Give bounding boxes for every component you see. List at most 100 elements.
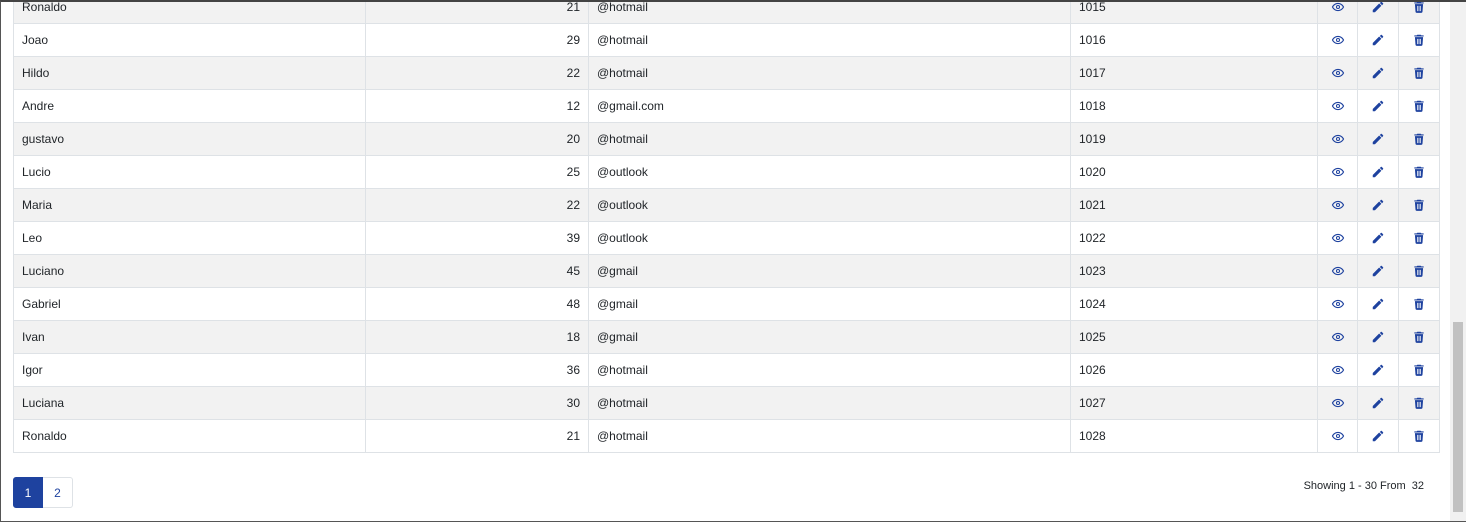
edit-button[interactable] [1357,122,1399,156]
table-row: Andre 12 @gmail.com 1018 [13,89,1440,123]
delete-button[interactable] [1398,2,1440,24]
eye-icon [1331,297,1345,311]
cell-email: @gmail.com [588,89,1071,123]
trash-icon [1412,363,1426,377]
edit-button[interactable] [1357,419,1399,453]
trash-icon [1412,297,1426,311]
table-row: Luciana 30 @hotmail 1027 [13,386,1440,420]
view-button[interactable] [1317,122,1358,156]
delete-button[interactable] [1398,353,1440,387]
view-button[interactable] [1317,320,1358,354]
edit-button[interactable] [1357,254,1399,288]
scrollbar-thumb[interactable] [1453,322,1463,512]
edit-button[interactable] [1357,386,1399,420]
view-button[interactable] [1317,287,1358,321]
delete-button[interactable] [1398,23,1440,57]
delete-button[interactable] [1398,221,1440,255]
edit-button[interactable] [1357,287,1399,321]
eye-icon [1331,66,1345,80]
trash-icon [1412,330,1426,344]
cell-code: 1026 [1070,353,1318,387]
pencil-icon [1371,363,1385,377]
cell-code: 1027 [1070,386,1318,420]
edit-button[interactable] [1357,353,1399,387]
cell-name: Luciana [13,386,366,420]
eye-icon [1331,363,1345,377]
cell-email: @hotmail [588,56,1071,90]
pencil-icon [1371,396,1385,410]
view-button[interactable] [1317,353,1358,387]
edit-button[interactable] [1357,89,1399,123]
edit-button[interactable] [1357,2,1399,24]
edit-button[interactable] [1357,221,1399,255]
pencil-icon [1371,165,1385,179]
cell-email: @hotmail [588,2,1071,24]
pencil-icon [1371,330,1385,344]
delete-button[interactable] [1398,419,1440,453]
delete-button[interactable] [1398,320,1440,354]
cell-name: Lucio [13,155,366,189]
view-button[interactable] [1317,89,1358,123]
cell-age: 36 [365,353,589,387]
vertical-scrollbar[interactable] [1450,2,1466,521]
cell-code: 1023 [1070,254,1318,288]
view-button[interactable] [1317,221,1358,255]
delete-button[interactable] [1398,89,1440,123]
cell-name: Hildo [13,56,366,90]
delete-button[interactable] [1398,56,1440,90]
edit-button[interactable] [1357,23,1399,57]
view-button[interactable] [1317,155,1358,189]
cell-email: @gmail [588,320,1071,354]
eye-icon [1331,132,1345,146]
cell-age: 39 [365,221,589,255]
cell-code: 1015 [1070,2,1318,24]
eye-icon [1331,165,1345,179]
page-button-1[interactable]: 1 [13,477,43,508]
page-button-2[interactable]: 2 [43,477,73,508]
cell-name: Andre [13,89,366,123]
trash-icon [1412,429,1426,443]
cell-age: 12 [365,89,589,123]
cell-age: 22 [365,56,589,90]
view-button[interactable] [1317,2,1358,24]
view-button[interactable] [1317,386,1358,420]
cell-name: Ronaldo [13,2,366,24]
cell-age: 21 [365,419,589,453]
pencil-icon [1371,33,1385,47]
view-button[interactable] [1317,254,1358,288]
pencil-icon [1371,429,1385,443]
view-button[interactable] [1317,56,1358,90]
pencil-icon [1371,297,1385,311]
cell-age: 30 [365,386,589,420]
eye-icon [1331,264,1345,278]
delete-button[interactable] [1398,386,1440,420]
edit-button[interactable] [1357,155,1399,189]
trash-icon [1412,396,1426,410]
pencil-icon [1371,99,1385,113]
table-row: Lucio 25 @outlook 1020 [13,155,1440,189]
delete-button[interactable] [1398,287,1440,321]
view-button[interactable] [1317,23,1358,57]
delete-button[interactable] [1398,254,1440,288]
cell-name: Luciano [13,254,366,288]
trash-icon [1412,33,1426,47]
cell-age: 25 [365,155,589,189]
cell-name: Leo [13,221,366,255]
cell-email: @hotmail [588,23,1071,57]
delete-button[interactable] [1398,155,1440,189]
pencil-icon [1371,132,1385,146]
delete-button[interactable] [1398,188,1440,222]
edit-button[interactable] [1357,188,1399,222]
cell-code: 1025 [1070,320,1318,354]
view-button[interactable] [1317,188,1358,222]
edit-button[interactable] [1357,320,1399,354]
users-table-container: Ronaldo 21 @hotmail 1015 Joao 29 @hotmail 1016 H… [13,2,1440,453]
table-row: Gabriel 48 @gmail 1024 [13,287,1440,321]
table-viewport: Ronaldo 21 @hotmail 1015 Joao 29 @hotmail 1016 H… [1,2,1450,521]
edit-button[interactable] [1357,56,1399,90]
table-row: Luciano 45 @gmail 1023 [13,254,1440,288]
delete-button[interactable] [1398,122,1440,156]
cell-name: Maria [13,188,366,222]
cell-email: @outlook [588,188,1071,222]
view-button[interactable] [1317,419,1358,453]
